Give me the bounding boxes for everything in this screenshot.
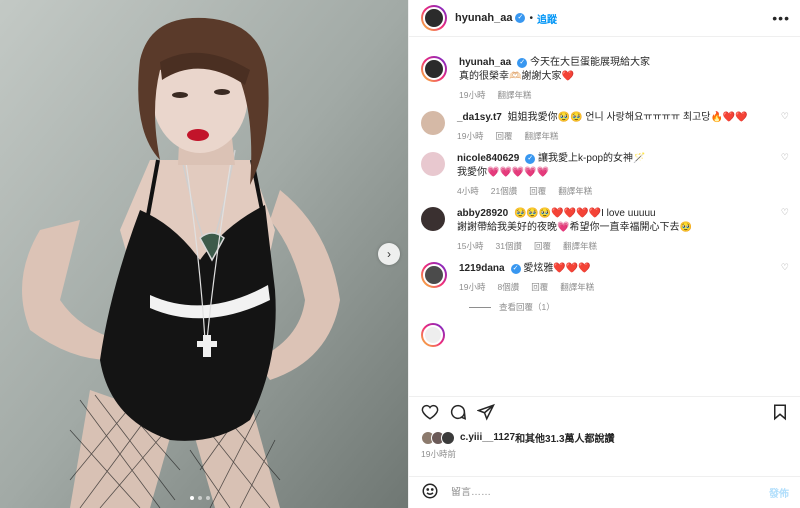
- comment-likes[interactable]: 31個讚: [495, 240, 521, 252]
- comment-icon[interactable]: [449, 403, 467, 421]
- replies-divider: [469, 306, 491, 308]
- comment-time: 15小時: [457, 241, 484, 251]
- like-comment-icon[interactable]: ♡: [781, 262, 789, 273]
- likes-summary[interactable]: c.yiii__1127 和其他31.3萬人都說讚: [421, 430, 615, 445]
- translate-link[interactable]: 翻譯年糕: [558, 185, 592, 197]
- liker-avatars: [421, 430, 455, 445]
- post-username[interactable]: hyunah_aa: [455, 12, 512, 24]
- comment: abby28920 🥹🥹🥹❤️❤️❤️❤️I love uuuuu 謝謝帶給我美…: [421, 207, 789, 252]
- avatar[interactable]: [421, 5, 447, 31]
- avatar[interactable]: [421, 262, 447, 288]
- translate-link[interactable]: 翻譯年糕: [560, 281, 594, 293]
- comment-username[interactable]: _da1sy.t7: [457, 112, 502, 123]
- next-photo-button[interactable]: ›: [378, 243, 400, 265]
- like-icon[interactable]: [421, 403, 439, 421]
- avatar[interactable]: [421, 207, 445, 231]
- caption-text: hyunah_aa ✓ 今天在大巨蛋能展現給大家 真的很榮幸🫶🏻謝謝大家❤️: [459, 56, 789, 84]
- comment-username[interactable]: abby28920: [457, 208, 508, 219]
- verified-icon: ✓: [510, 264, 521, 274]
- instagram-post-view: › hyunah_aa ✓ • 追蹤 ••• hyunah_aa ✓ 今天在大巨蛋…: [0, 0, 800, 508]
- comment-likes[interactable]: 21個讚: [491, 185, 517, 197]
- verified-icon: ✓: [525, 154, 536, 164]
- comment: 1219dana ✓ 愛炫雅❤️❤️❤️ 19小時 8個讚 回覆 翻譯年糕 ♡: [421, 262, 789, 293]
- comment-username[interactable]: 1219dana: [459, 263, 505, 274]
- comment-text: nicole840629 ✓ 讓我愛上k-pop的女神🪄 我愛你💗💗💗💗💗: [457, 152, 789, 180]
- carousel-dot: [206, 496, 210, 500]
- comment-time: 19小時: [457, 131, 484, 141]
- comment-composer: 發佈: [409, 476, 800, 508]
- comment-meta: 4小時 21個讚 回覆 翻譯年糕: [457, 185, 789, 197]
- comment-input[interactable]: [451, 487, 741, 498]
- comment-likes[interactable]: 8個讚: [497, 281, 519, 293]
- comment-username[interactable]: nicole840629: [457, 153, 519, 164]
- avatar: [441, 430, 455, 445]
- post-photo[interactable]: ›: [0, 0, 408, 508]
- comment-meta: 15小時 31個讚 回覆 翻譯年糕: [457, 240, 789, 252]
- separator-dot: •: [529, 12, 533, 24]
- liker-username[interactable]: c.yiii__1127: [460, 432, 515, 443]
- reply-button[interactable]: 回覆: [531, 281, 548, 293]
- carousel-dot: [198, 496, 202, 500]
- avatar[interactable]: [421, 56, 447, 82]
- comment-time: 4小時: [457, 186, 479, 196]
- post-actions-bar: [409, 396, 800, 426]
- comment-text: abby28920 🥹🥹🥹❤️❤️❤️❤️I love uuuuu 謝謝帶給我美…: [457, 207, 789, 235]
- avatar[interactable]: [421, 111, 445, 135]
- avatar[interactable]: [421, 323, 445, 347]
- like-comment-icon[interactable]: ♡: [781, 207, 789, 218]
- view-replies-button[interactable]: 查看回覆（1）: [469, 301, 789, 313]
- caption-meta: 19小時 翻譯年糕: [459, 89, 789, 101]
- more-horizontal-icon[interactable]: •••: [772, 10, 790, 26]
- caption-username[interactable]: hyunah_aa: [459, 57, 511, 68]
- view-replies-label[interactable]: 查看回覆（1）: [499, 301, 555, 313]
- caption-time: 19小時: [459, 90, 486, 100]
- reply-button[interactable]: 回覆: [534, 240, 551, 252]
- caption: hyunah_aa ✓ 今天在大巨蛋能展現給大家 真的很榮幸🫶🏻謝謝大家❤️ 19…: [421, 56, 789, 101]
- like-comment-icon[interactable]: ♡: [781, 111, 789, 122]
- like-comment-icon[interactable]: ♡: [781, 152, 789, 163]
- post-header: hyunah_aa ✓ • 追蹤 •••: [409, 0, 800, 37]
- comment-body: 姐姐我愛你🥹🥹 언니 사랑해요ㅠㅠㅠㅠ 최고당🔥❤️❤️: [507, 112, 748, 123]
- translate-link[interactable]: 翻譯年糕: [563, 240, 597, 252]
- carousel-indicator: [190, 496, 210, 500]
- share-icon[interactable]: [477, 403, 495, 421]
- comment: _da1sy.t7 姐姐我愛你🥹🥹 언니 사랑해요ㅠㅠㅠㅠ 최고당🔥❤️❤️ 1…: [421, 111, 789, 142]
- comment-text: _da1sy.t7 姐姐我愛你🥹🥹 언니 사랑해요ㅠㅠㅠㅠ 최고당🔥❤️❤️: [457, 111, 789, 125]
- post-side-panel: hyunah_aa ✓ • 追蹤 ••• hyunah_aa ✓ 今天在大巨蛋能展…: [408, 0, 800, 508]
- comment-body: 愛炫雅❤️❤️❤️: [523, 263, 591, 274]
- post-timestamp[interactable]: 19小時前: [421, 448, 456, 460]
- verified-icon: ✓: [517, 58, 528, 68]
- verified-icon: ✓: [515, 13, 526, 23]
- carousel-dot: [190, 496, 194, 500]
- comments-list[interactable]: hyunah_aa ✓ 今天在大巨蛋能展現給大家 真的很榮幸🫶🏻謝謝大家❤️ 19…: [409, 44, 800, 389]
- bookmark-icon[interactable]: [771, 403, 789, 424]
- reply-button[interactable]: 回覆: [529, 185, 546, 197]
- post-comment-button[interactable]: 發佈: [769, 485, 789, 500]
- comment-time: 19小時: [459, 282, 486, 292]
- comment: nicole840629 ✓ 讓我愛上k-pop的女神🪄 我愛你💗💗💗💗💗 4小時…: [421, 152, 789, 197]
- translate-link[interactable]: 翻譯年糕: [497, 89, 531, 101]
- reply-button[interactable]: 回覆: [495, 130, 512, 142]
- translate-link[interactable]: 翻譯年糕: [524, 130, 558, 142]
- photo-illustration: [0, 0, 408, 508]
- comment-meta: 19小時 8個讚 回覆 翻譯年糕: [459, 281, 789, 293]
- comment-text: 1219dana ✓ 愛炫雅❤️❤️❤️: [459, 262, 789, 276]
- comment-meta: 19小時 回覆 翻譯年糕: [457, 130, 789, 142]
- comment: [421, 323, 789, 347]
- follow-button[interactable]: 追蹤: [537, 11, 557, 26]
- avatar[interactable]: [421, 152, 445, 176]
- likes-count[interactable]: 和其他31.3萬人都說讚: [515, 430, 614, 445]
- emoji-icon[interactable]: [421, 482, 439, 503]
